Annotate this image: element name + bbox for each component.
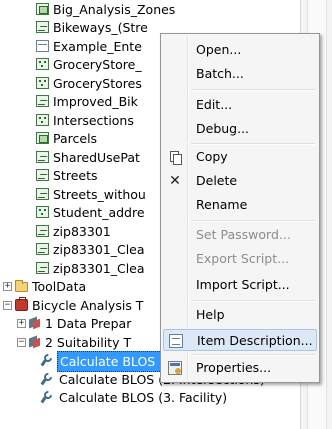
expand-toggle[interactable]: + [17,319,26,328]
tree-item-label: Streets [53,168,98,183]
script-tool-icon [41,373,54,385]
tree-item-label: GroceryStores [53,76,142,91]
menu-item-item-description[interactable]: Item Description... [163,329,317,351]
line-feature-class-icon [36,95,49,107]
line-feature-class-icon [36,225,49,237]
tree-item-label: Intersections [53,113,134,128]
tree-item-label: Bikeways_(Stre [53,20,148,35]
tree-item-label: Bicycle Analysis T [32,298,144,313]
line-feature-class-icon [36,169,49,181]
menu-item-label: Batch... [196,66,244,81]
polygon-feature-class-icon [36,3,49,15]
menu-item-batch[interactable]: Batch... [163,63,317,85]
menu-item-label: Help [196,307,225,322]
menu-item-label: Item Description... [197,333,313,348]
folder-icon [15,280,28,292]
menu-item-label: Copy [196,149,228,164]
menu-item-help[interactable]: Help [163,304,317,326]
tree-item-label: SharedUsePat [53,150,140,165]
menu-item-label: Delete [196,173,238,188]
tree-item-label: zip83301_Clea [53,242,145,257]
tree-item-label: Calculate BLOS (3. Facility) [59,390,228,405]
delete-x-icon: ✕ [169,173,181,189]
tree-item-label: Example_Ente [53,39,142,54]
tree-item-label: Improved_Bik [53,94,138,109]
tree-item-label: Big_Analysis_Zones [53,2,176,17]
line-feature-class-icon [36,262,49,274]
tree-item-label: ToolData [32,279,87,294]
menu-item-delete[interactable]: ✕ Delete [163,170,317,192]
script-tool-icon [41,354,54,366]
line-feature-class-icon [36,243,49,255]
script-tool-icon [41,391,54,403]
table-icon [36,40,49,52]
line-feature-class-icon [36,21,49,33]
menu-item-label: Rename [196,197,248,212]
menu-separator [191,354,315,356]
expand-toggle[interactable]: + [3,282,12,291]
properties-icon [168,361,182,375]
toolbox-icon [15,297,28,311]
toolset-icon [28,336,41,348]
tree-item-label: Parcels [53,131,98,146]
point-feature-class-icon [36,58,49,70]
menu-item-label: Edit... [196,97,233,112]
toolset-icon [28,317,41,329]
tree-item-label: GroceryStore_ [53,57,142,72]
polygon-feature-class-icon [36,132,49,144]
tree-item-label: Student_addre [53,205,145,220]
menu-item-export-script: Export Script... [163,248,317,270]
menu-item-label: Open... [196,42,242,57]
menu-item-label: Export Script... [196,251,290,266]
line-feature-class-icon [36,188,49,200]
line-feature-class-icon [36,151,49,163]
menu-item-edit[interactable]: Edit... [163,94,317,116]
item-description-icon [169,334,183,348]
tree-item-label: Streets_withou [53,187,146,202]
tree-item-label: zip83301_Clea [53,261,145,276]
menu-item-label: Set Password... [196,227,291,242]
menu-item-open[interactable]: Open... [163,39,317,61]
menu-item-debug[interactable]: Debug... [163,118,317,140]
menu-separator [191,89,315,91]
menu-separator [191,143,315,145]
menu-item-set-password: Set Password... [163,224,317,246]
point-feature-class-icon [36,206,49,218]
tree-item-label: zip83301 [53,224,111,239]
menu-item-rename[interactable]: Rename [163,194,317,216]
point-feature-class-icon [36,77,49,89]
menu-item-label: Properties... [196,360,272,375]
menu-item-properties[interactable]: Properties... [163,357,317,379]
collapse-toggle[interactable]: − [17,338,26,347]
point-feature-class-icon [36,114,49,126]
tree-item-label: 1 Data Prepar [45,316,132,331]
menu-separator [191,220,315,222]
collapse-toggle[interactable]: − [3,301,12,310]
menu-separator [191,300,315,302]
menu-item-label: Import Script... [196,277,290,292]
menu-item-copy[interactable]: Copy [163,146,317,168]
copy-icon [168,150,182,165]
menu-item-label: Debug... [196,121,250,136]
context-menu: Open... Batch... Edit... Debug... Copy ✕… [160,33,320,383]
menu-item-import-script[interactable]: Import Script... [163,274,317,296]
tree-item-label: 2 Suitability T [45,335,132,350]
